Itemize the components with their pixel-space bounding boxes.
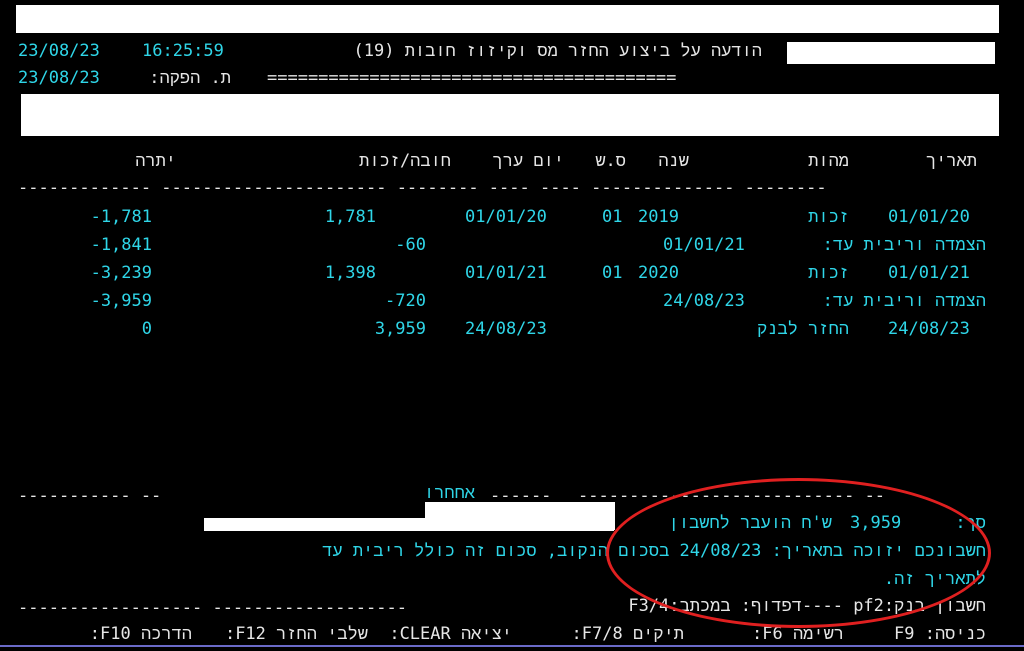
redaction-bar-middle bbox=[21, 94, 999, 136]
row-ss: 01 bbox=[602, 263, 623, 283]
row-date: 01/01/21 bbox=[888, 263, 970, 283]
row-type: זכות bbox=[808, 207, 849, 227]
issue-date-label: ת. הפקה: bbox=[149, 68, 231, 88]
annotation-circle bbox=[606, 478, 991, 628]
redaction-bar-top bbox=[16, 5, 999, 33]
redaction-box-name bbox=[787, 42, 995, 64]
row-amount: -720 bbox=[385, 291, 426, 311]
col-header-ss: ס.ש bbox=[595, 151, 626, 171]
row-value-date: 01/01/20 bbox=[465, 207, 547, 227]
issue-date: 23/08/23 bbox=[18, 68, 100, 88]
row-year: 2020 bbox=[638, 263, 679, 283]
row-date: 24/08/23 bbox=[888, 319, 970, 339]
row-amount: 3,959 bbox=[374, 319, 426, 339]
row-type: החזר לבנק bbox=[757, 319, 849, 339]
row-ss: 01 bbox=[602, 207, 623, 227]
col-header-value-date: יום ערך bbox=[492, 151, 564, 171]
row-balance: -3,959 bbox=[90, 291, 152, 311]
col-header-type: מהות bbox=[808, 151, 849, 171]
row-type: זכות bbox=[808, 263, 849, 283]
footer-separator-left: ----------- -- bbox=[18, 486, 162, 506]
row-amount: -60 bbox=[395, 235, 426, 255]
row-year: 2019 bbox=[638, 207, 679, 227]
row-amount: 1,398 bbox=[324, 263, 376, 283]
row-interest-label: הצמדה וריבית עד: bbox=[822, 291, 986, 311]
col-header-balance: יתרה bbox=[135, 151, 176, 171]
col-header-date: תאריך bbox=[925, 151, 977, 171]
title-underline: ======================================== bbox=[267, 68, 677, 88]
fkey-f7-8[interactable]: תיקים F7/8: bbox=[572, 624, 684, 644]
row-interest-label: הצמדה וריבית עד: bbox=[822, 235, 986, 255]
row-interest-date: 01/01/21 bbox=[663, 235, 745, 255]
page-title: הודעה על ביצוע החזר מס וקיזוז חובות (19) bbox=[353, 41, 762, 61]
row-interest-date: 24/08/23 bbox=[663, 291, 745, 311]
row-value-date: 24/08/23 bbox=[465, 319, 547, 339]
col-header-debit-credit: חובה/זכות bbox=[359, 151, 451, 171]
row-amount: 1,781 bbox=[324, 207, 376, 227]
redaction-box-account-2 bbox=[425, 502, 615, 530]
fkey-f12[interactable]: שלבי החזר F12: bbox=[225, 624, 368, 644]
row-balance: -3,239 bbox=[90, 263, 152, 283]
footer-separator-dashes-mid: ------ bbox=[490, 486, 552, 506]
fkey-f10[interactable]: הדרכה F10: bbox=[90, 624, 192, 644]
row-balance: 0 bbox=[141, 319, 152, 339]
table-header-separator: ------------- ---------------------- ---… bbox=[18, 178, 827, 198]
row-balance: -1,781 bbox=[90, 207, 152, 227]
fkey-f9[interactable]: כניסה: F9 bbox=[894, 624, 986, 644]
row-balance: -1,841 bbox=[90, 235, 152, 255]
screen-bottom-border bbox=[0, 645, 1024, 647]
col-header-year: שנה bbox=[658, 151, 689, 171]
row-date: 01/01/20 bbox=[888, 207, 970, 227]
header-time: 16:25:59 bbox=[142, 41, 224, 61]
footer-middle-label: אחחרו bbox=[424, 483, 476, 503]
header-date: 23/08/23 bbox=[18, 41, 100, 61]
account-line-dashes: ------------------ ------------------- bbox=[18, 598, 407, 618]
row-value-date: 01/01/21 bbox=[465, 263, 547, 283]
fkey-clear[interactable]: יציאה CLEAR: bbox=[389, 624, 512, 644]
